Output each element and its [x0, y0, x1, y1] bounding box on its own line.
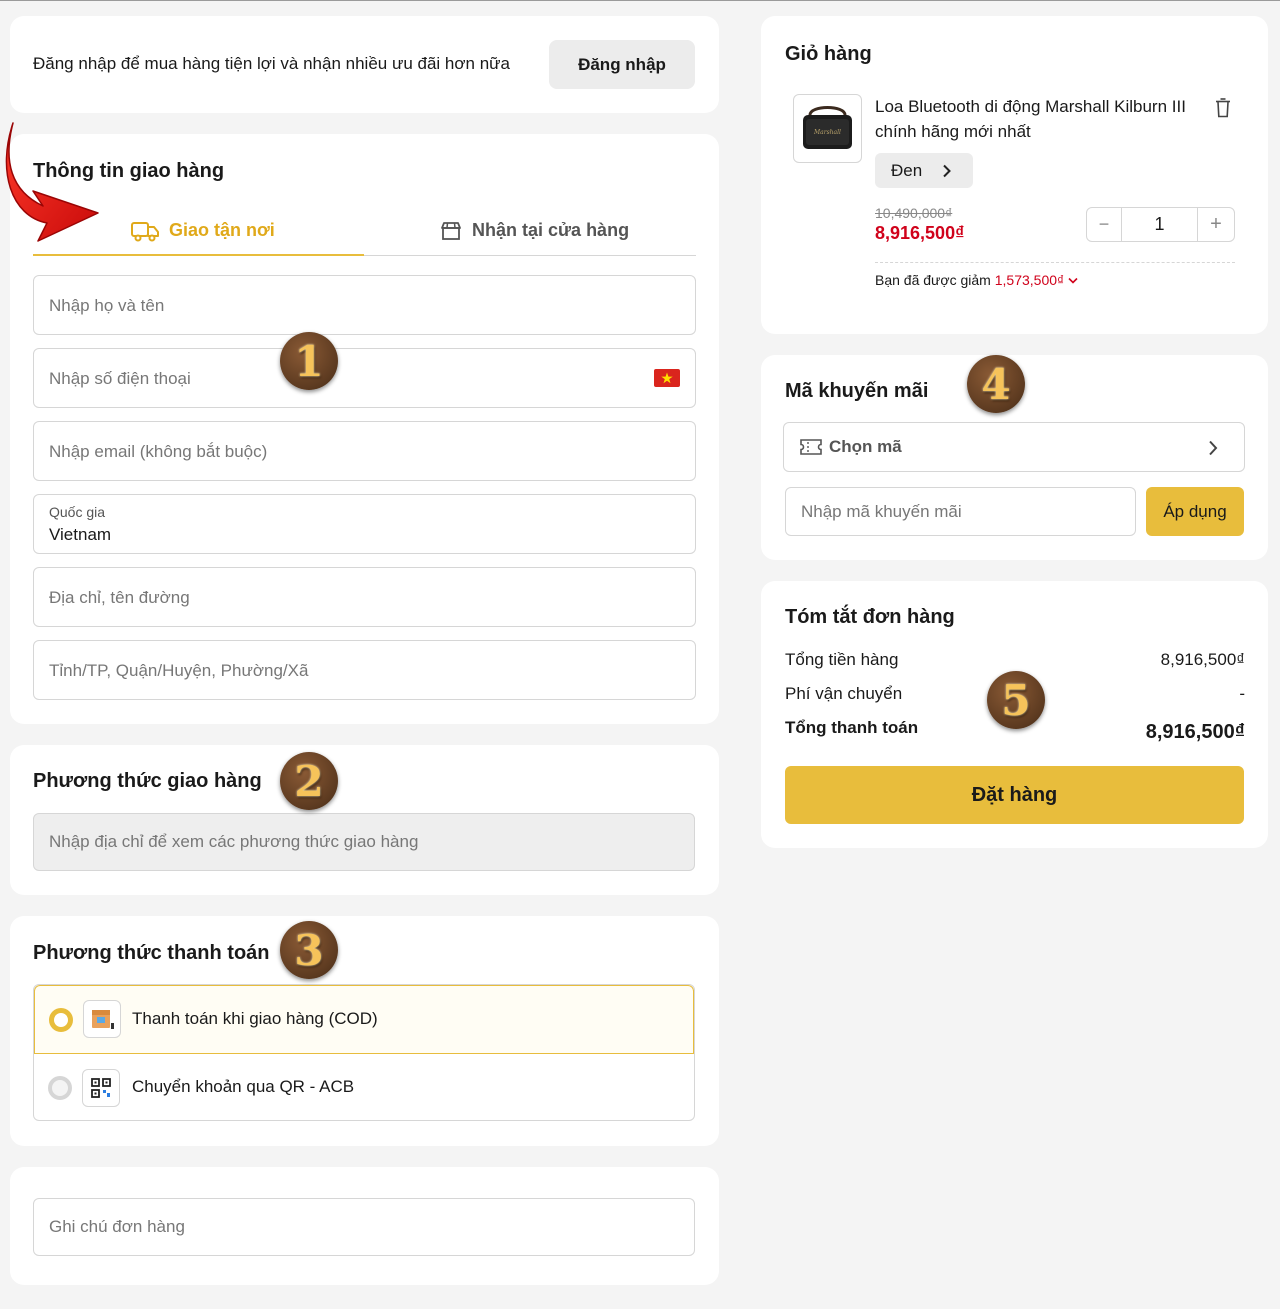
- order-note-field[interactable]: Ghi chú đơn hàng: [33, 1198, 695, 1256]
- sale-price: 8,916,500₫: [875, 223, 965, 243]
- tab-store-pickup-label: Nhận tại cửa hàng: [472, 220, 630, 240]
- subtotal-row: Tổng tiền hàng 8,916,500₫: [785, 650, 1245, 670]
- cart-title: Giỏ hàng: [785, 43, 872, 65]
- apply-promo-label: Áp dụng: [1163, 501, 1227, 521]
- total-value: 8,916,500₫: [1145, 721, 1245, 743]
- annotation-badge-2: 2: [280, 752, 338, 810]
- annotation-badge-4: 4: [967, 355, 1025, 413]
- variant-label: Đen: [891, 161, 923, 180]
- qty-minus-label: −: [1098, 214, 1110, 234]
- annotation-badge-5: 5: [987, 671, 1045, 729]
- qr-icon-box: [82, 1069, 120, 1107]
- shipping-fee-value: -: [1239, 684, 1245, 703]
- place-order-label: Đặt hàng: [971, 783, 1058, 806]
- qty-plus-button[interactable]: +: [1197, 208, 1234, 241]
- svg-text:Marshall: Marshall: [813, 129, 841, 136]
- payment-method-title: Phương thức thanh toán: [33, 942, 270, 964]
- address-placeholder: Địa chỉ, tên đường: [49, 588, 190, 607]
- qty-plus-label: +: [1210, 213, 1222, 235]
- cod-box-icon: [92, 1010, 114, 1029]
- email-placeholder: Nhập email (không bắt buộc): [49, 442, 268, 461]
- total-label: Tổng thanh toán: [785, 718, 919, 737]
- payment-option-qr[interactable]: Chuyển khoản qua QR - ACB: [34, 1054, 694, 1120]
- phone-field[interactable]: Nhập số điện thoại: [33, 348, 696, 408]
- place-order-button[interactable]: Đặt hàng: [785, 766, 1244, 824]
- full-name-placeholder: Nhập họ và tên: [49, 296, 165, 315]
- discount-amount: 1,573,500₫: [994, 272, 1065, 288]
- login-button-label: Đăng nhập: [578, 54, 666, 74]
- annotation-badge-1: 1: [280, 332, 338, 390]
- choose-promo-label: Chọn mã: [829, 437, 902, 456]
- cod-label: Thanh toán khi giao hàng (COD): [132, 1009, 378, 1028]
- store-icon: [441, 222, 461, 240]
- vietnam-flag-icon[interactable]: [654, 369, 680, 387]
- shipping-method-notice-text: Nhập địa chỉ để xem các phương thức giao…: [49, 832, 419, 851]
- shipping-method-notice: Nhập địa chỉ để xem các phương thức giao…: [33, 813, 695, 871]
- cart-card: Giỏ hàng Marshall Loa Bluetooth di động …: [761, 16, 1268, 334]
- region-placeholder: Tỉnh/TP, Quận/Huyện, Phường/Xã: [49, 661, 309, 680]
- speaker-image: Marshall: [803, 106, 852, 149]
- quantity-stepper: − 1 +: [1086, 207, 1235, 242]
- country-label: Quốc gia: [49, 504, 106, 520]
- chevron-right-icon: [1209, 440, 1218, 456]
- trash-icon[interactable]: [1215, 98, 1231, 118]
- qr-code-icon: [91, 1078, 111, 1098]
- country-value: Vietnam: [49, 525, 112, 544]
- shipping-fee-label: Phí vận chuyển: [785, 684, 903, 703]
- region-select[interactable]: Tỉnh/TP, Quận/Huyện, Phường/Xã: [33, 640, 696, 700]
- email-field[interactable]: Nhập email (không bắt buộc): [33, 421, 696, 481]
- truck-icon: [131, 222, 159, 242]
- discount-info[interactable]: Bạn đã được giảm 1,573,500₫: [875, 272, 1078, 288]
- address-field[interactable]: Địa chỉ, tên đường: [33, 567, 696, 627]
- payment-method-card: Phương thức thanh toán Thanh toán khi gi…: [10, 916, 719, 1146]
- login-button[interactable]: Đăng nhập: [549, 40, 695, 89]
- order-note-placeholder: Ghi chú đơn hàng: [49, 1217, 185, 1236]
- qty-value: 1: [1154, 214, 1165, 234]
- ticket-icon: [800, 439, 822, 455]
- subtotal-label: Tổng tiền hàng: [785, 650, 899, 669]
- annotation-badge-3: 3: [280, 921, 338, 979]
- promo-title: Mã khuyến mãi: [785, 380, 929, 402]
- payment-options: Thanh toán khi giao hàng (COD) Chuyển kh…: [33, 984, 695, 1121]
- apply-promo-button[interactable]: Áp dụng: [1146, 487, 1244, 536]
- tab-home-delivery-label: Giao tận nơi: [169, 220, 275, 240]
- promo-code-placeholder: Nhập mã khuyến mãi: [801, 502, 962, 521]
- cart-divider: [875, 262, 1235, 263]
- payment-option-cod[interactable]: Thanh toán khi giao hàng (COD): [34, 985, 694, 1054]
- promo-code-input[interactable]: Nhập mã khuyến mãi: [785, 487, 1136, 536]
- original-price: 10,490,000₫: [875, 205, 953, 221]
- tab-store-pickup[interactable]: Nhận tại cửa hàng: [364, 206, 696, 256]
- country-select[interactable]: Quốc gia Vietnam: [33, 494, 696, 554]
- chevron-right-icon: [943, 164, 951, 178]
- shipping-method-title: Phương thức giao hàng: [33, 770, 262, 792]
- red-arrow-annotation: [5, 122, 99, 242]
- shipping-info-card: Thông tin giao hàng Giao tận nơi Nhận tạ…: [10, 134, 719, 724]
- qty-minus-button[interactable]: −: [1087, 208, 1122, 241]
- choose-promo-button[interactable]: Chọn mã: [783, 422, 1245, 472]
- full-name-field[interactable]: Nhập họ và tên: [33, 275, 696, 335]
- summary-title: Tóm tắt đơn hàng: [785, 606, 955, 628]
- cod-radio[interactable]: [49, 1008, 73, 1032]
- variant-selector[interactable]: Đen: [875, 153, 973, 188]
- qr-label: Chuyển khoản qua QR - ACB: [132, 1077, 355, 1096]
- product-name-line2[interactable]: chính hãng mới nhất: [875, 122, 1031, 142]
- product-name-line1[interactable]: Loa Bluetooth di động Marshall Kilburn I…: [875, 97, 1186, 117]
- subtotal-value: 8,916,500₫: [1160, 650, 1245, 669]
- phone-placeholder: Nhập số điện thoại: [49, 369, 191, 388]
- login-prompt: Đăng nhập để mua hàng tiện lợi và nhận n…: [33, 54, 511, 73]
- chevron-down-icon: [1068, 278, 1078, 284]
- discount-text: Bạn đã được giảm: [875, 272, 991, 288]
- order-note-card: Ghi chú đơn hàng: [10, 1167, 719, 1285]
- cod-icon-box: [83, 1000, 121, 1038]
- qty-input[interactable]: 1: [1122, 208, 1197, 241]
- qr-radio[interactable]: [48, 1076, 72, 1100]
- product-image[interactable]: Marshall: [793, 94, 862, 163]
- login-card: Đăng nhập để mua hàng tiện lợi và nhận n…: [10, 16, 719, 113]
- shipping-method-card: Phương thức giao hàng Nhập địa chỉ để xe…: [10, 745, 719, 895]
